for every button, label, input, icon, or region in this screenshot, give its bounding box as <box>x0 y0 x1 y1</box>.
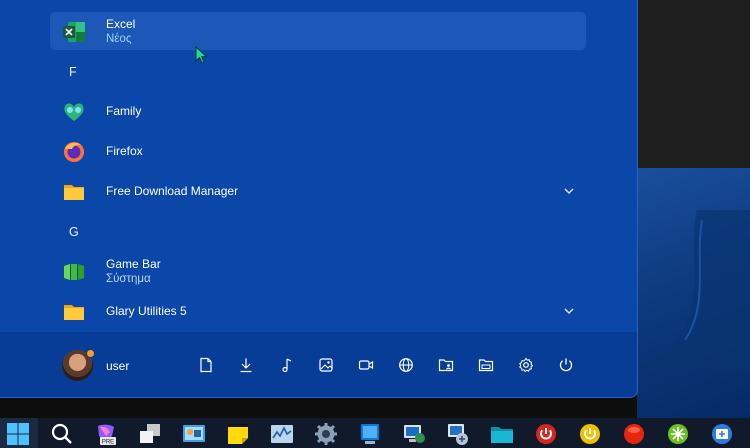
file-explorer-icon <box>478 359 494 372</box>
music-icon <box>282 358 292 373</box>
remote-desktop-icon[interactable] <box>402 422 426 446</box>
app-subtitle: Νέος <box>106 33 132 45</box>
settings-icon <box>519 357 534 373</box>
videos-icon <box>358 360 374 370</box>
app-subtitle: Σύστημα <box>106 273 151 285</box>
power-button[interactable] <box>556 355 576 375</box>
teal-folder-icon[interactable] <box>490 422 514 446</box>
all-apps-list: Excel Νέος F Family Firefox Free Downloa… <box>0 0 637 332</box>
sticky-notes-icon[interactable] <box>226 422 250 446</box>
red-power-app-icon[interactable] <box>534 422 558 446</box>
status-badge <box>86 349 95 358</box>
game-bar-icon <box>64 264 84 280</box>
mouse-cursor-icon <box>195 46 208 64</box>
letter-header-f[interactable]: F <box>69 65 77 79</box>
search-icon[interactable] <box>50 422 74 446</box>
file-explorer-button[interactable] <box>476 355 496 375</box>
downloads-icon <box>240 358 252 373</box>
user-name[interactable]: user <box>106 359 129 373</box>
chevron-down-icon[interactable] <box>562 304 576 318</box>
app-item-family[interactable]: Family <box>50 92 586 130</box>
blue-app-icon[interactable] <box>358 422 382 446</box>
app-name: Game Bar <box>106 257 161 271</box>
letter-header-g[interactable]: G <box>69 225 79 239</box>
pictures-icon <box>319 358 333 372</box>
folder-icon <box>64 185 84 200</box>
windows-start-icon[interactable] <box>6 422 30 446</box>
app-item-glary-utilities[interactable]: Glary Utilities 5 <box>50 292 586 330</box>
yellow-power-app-icon[interactable] <box>578 422 602 446</box>
documents-icon <box>200 357 212 373</box>
copilot-pre-icon[interactable]: PRE <box>94 422 118 446</box>
chevron-down-icon[interactable] <box>562 184 576 198</box>
firefox-icon <box>64 142 84 162</box>
settings-gear-icon[interactable] <box>314 422 338 446</box>
personal-folder-icon <box>438 359 454 372</box>
app-name: Glary Utilities 5 <box>106 304 187 318</box>
downloads-button[interactable] <box>236 355 256 375</box>
app-item-excel[interactable]: Excel Νέος <box>50 12 586 50</box>
app-name: Excel <box>106 17 136 31</box>
snipping-app-icon[interactable] <box>710 422 734 446</box>
network-settings-icon[interactable] <box>446 422 470 446</box>
app-item-firefox[interactable]: Firefox <box>50 132 586 170</box>
network-icon <box>399 358 413 372</box>
svg-text:PRE: PRE <box>102 440 114 446</box>
settings-button[interactable] <box>516 355 536 375</box>
personal-folder-button[interactable] <box>436 355 456 375</box>
start-menu: Excel Νέος F Family Firefox Free Downloa… <box>0 0 638 398</box>
app-item-free-download-manager[interactable]: Free Download Manager <box>50 172 586 210</box>
app-name: Free Download Manager <box>106 184 239 198</box>
red-round-app-icon[interactable] <box>622 422 646 446</box>
wallpaper-wave <box>637 210 750 370</box>
family-icon <box>64 103 84 121</box>
app-item-game-bar[interactable]: Game Bar Σύστημα <box>50 252 586 290</box>
excel-icon <box>63 22 85 42</box>
documents-button[interactable] <box>196 355 216 375</box>
power-icon <box>559 358 573 372</box>
app-name: Firefox <box>106 144 143 158</box>
control-panel-icon[interactable] <box>182 422 206 446</box>
videos-button[interactable] <box>356 355 376 375</box>
music-button[interactable] <box>276 355 296 375</box>
folder-icon <box>64 305 84 320</box>
task-view-icon[interactable] <box>138 422 162 446</box>
app-name: Family <box>106 104 142 118</box>
green-app-icon[interactable] <box>666 422 690 446</box>
dark-window-area <box>637 0 750 175</box>
network-button[interactable] <box>396 355 416 375</box>
resource-monitor-icon[interactable] <box>270 422 294 446</box>
pictures-button[interactable] <box>316 355 336 375</box>
